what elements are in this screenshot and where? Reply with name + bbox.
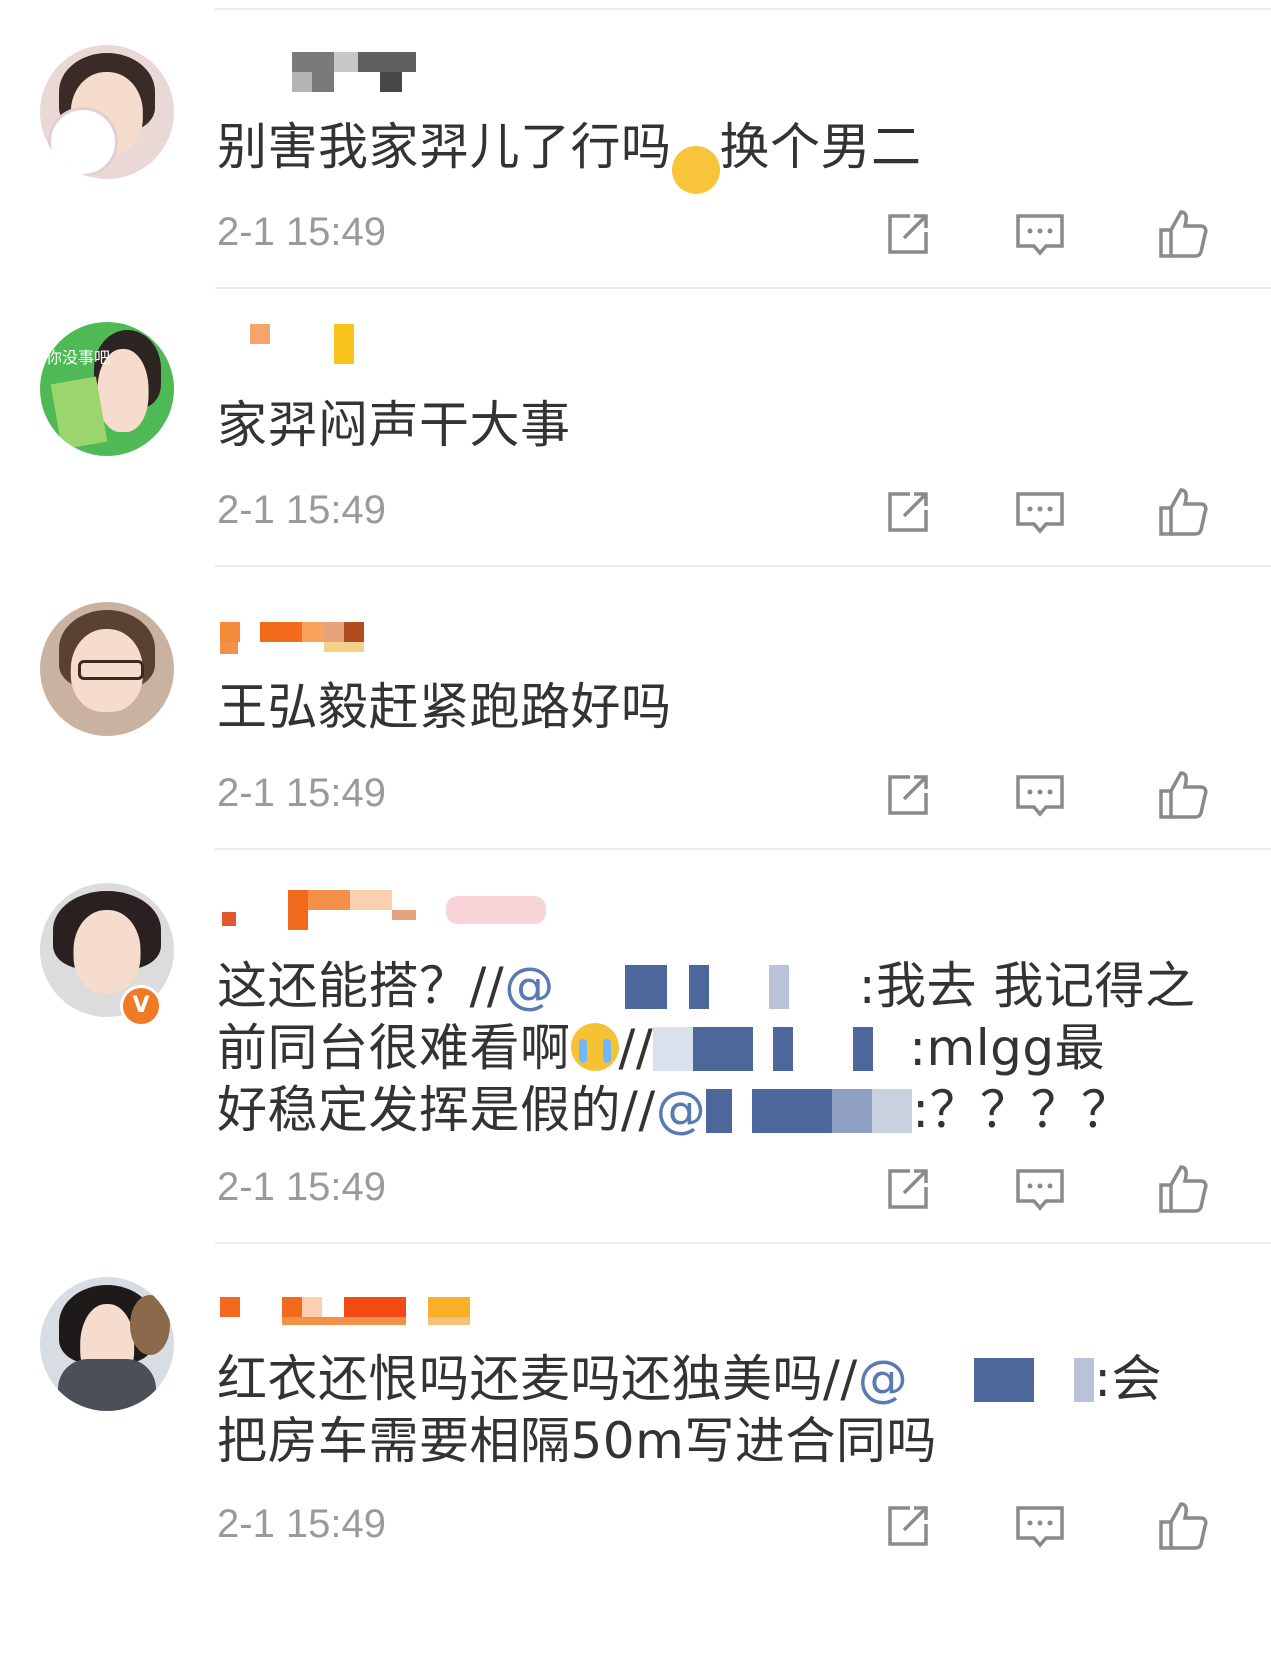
avatar[interactable]: [40, 602, 174, 736]
comment-text: 王弘毅赶紧跑路好吗: [217, 678, 672, 736]
mention-pixelated[interactable]: [706, 1089, 733, 1133]
divider: [215, 8, 1271, 10]
comment-text: 家羿闷声干大事: [217, 396, 571, 454]
action-bar: [870, 206, 1210, 262]
share-icon[interactable]: [880, 206, 936, 262]
avatar-caption: 你没事吧: [46, 348, 111, 367]
action-bar: [870, 1498, 1210, 1554]
mention-link[interactable]: @: [504, 957, 555, 1015]
action-bar: [870, 1161, 1210, 1217]
share-icon[interactable]: [880, 484, 936, 540]
mention-pixelated[interactable]: [693, 1027, 754, 1071]
comment-text: 别害我家羿儿了行吗🤔换个男二: [217, 116, 1227, 194]
avatar[interactable]: [40, 45, 174, 179]
mention-pixelated[interactable]: [624, 965, 667, 1009]
action-bar: [870, 484, 1210, 540]
avatar[interactable]: [40, 1277, 174, 1411]
avatar[interactable]: 你没事吧: [40, 322, 174, 456]
like-icon[interactable]: [1155, 1498, 1211, 1554]
divider: [215, 848, 1271, 850]
divider: [215, 287, 1271, 289]
comment-line: 前同台很难看啊//:mlgg最: [217, 1019, 1106, 1077]
comment-line: 好稳定发挥是假的//@:？？？？: [217, 1081, 1132, 1139]
comment-icon[interactable]: [1012, 1498, 1068, 1554]
divider: [215, 565, 1271, 567]
comment-line: 把房车需要相隔50m写进合同吗: [217, 1412, 937, 1470]
comment-icon[interactable]: [1012, 1161, 1068, 1217]
like-icon[interactable]: [1155, 206, 1211, 262]
comment-line: 这还能搭？//@:我去 我记得之: [217, 957, 1196, 1015]
timestamp: 2-1 15:49: [217, 771, 387, 815]
timestamp: 2-1 15:49: [217, 488, 387, 532]
mention-pixelated[interactable]: [974, 1358, 1035, 1402]
share-icon[interactable]: [880, 767, 936, 823]
comment-feed: 别害我家羿儿了行吗🤔换个男二 2-1 15:49 你没事吧 家羿: [0, 0, 1271, 1675]
divider: [215, 1242, 1271, 1244]
action-bar: [870, 767, 1210, 823]
comment-icon[interactable]: [1012, 484, 1068, 540]
crying-emoji-icon: [570, 1023, 619, 1071]
verified-badge-icon: V: [120, 985, 162, 1027]
mention-link[interactable]: @: [858, 1350, 909, 1408]
thinking-emoji-icon: 🤔: [671, 146, 720, 194]
timestamp: 2-1 15:49: [217, 1502, 387, 1546]
like-icon[interactable]: [1155, 767, 1211, 823]
mention-link[interactable]: @: [656, 1081, 707, 1139]
like-icon[interactable]: [1155, 1161, 1211, 1217]
share-icon[interactable]: [880, 1498, 936, 1554]
like-icon[interactable]: [1155, 484, 1211, 540]
share-icon[interactable]: [880, 1161, 936, 1217]
comment-icon[interactable]: [1012, 206, 1068, 262]
comment-text: 这还能搭？//@:我去 我记得之 前同台很难看啊//:mlgg最 好稳定发挥是假…: [217, 955, 1227, 1141]
timestamp: 2-1 15:49: [217, 210, 387, 254]
comment-line: 红衣还恨吗还麦吗还独美吗//@:会: [217, 1350, 1163, 1408]
comment-icon[interactable]: [1012, 767, 1068, 823]
timestamp: 2-1 15:49: [217, 1165, 387, 1209]
comment-text: 红衣还恨吗还麦吗还独美吗//@:会 把房车需要相隔50m写进合同吗: [217, 1348, 1227, 1472]
